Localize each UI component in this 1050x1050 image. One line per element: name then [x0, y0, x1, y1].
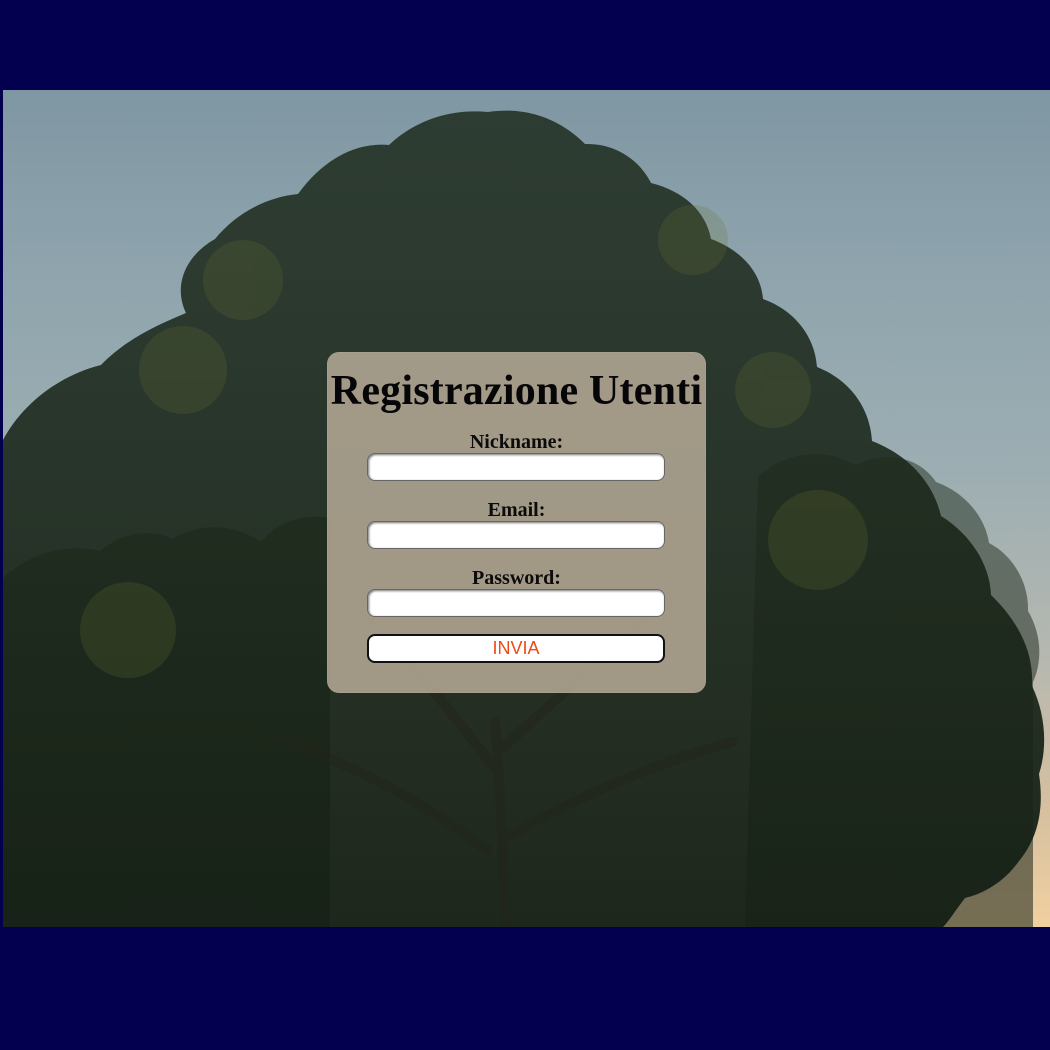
nickname-input[interactable] — [367, 453, 665, 481]
page-title: Registrazione Utenti — [330, 368, 703, 414]
submit-button[interactable]: INVIA — [367, 634, 665, 663]
email-label: Email: — [487, 499, 546, 521]
email-input[interactable] — [367, 521, 665, 549]
password-label: Password: — [472, 567, 561, 589]
nickname-label: Nickname: — [469, 431, 564, 453]
registration-panel: Registrazione Utenti Nickname: Email: Pa… — [327, 352, 706, 693]
password-input[interactable] — [367, 589, 665, 617]
